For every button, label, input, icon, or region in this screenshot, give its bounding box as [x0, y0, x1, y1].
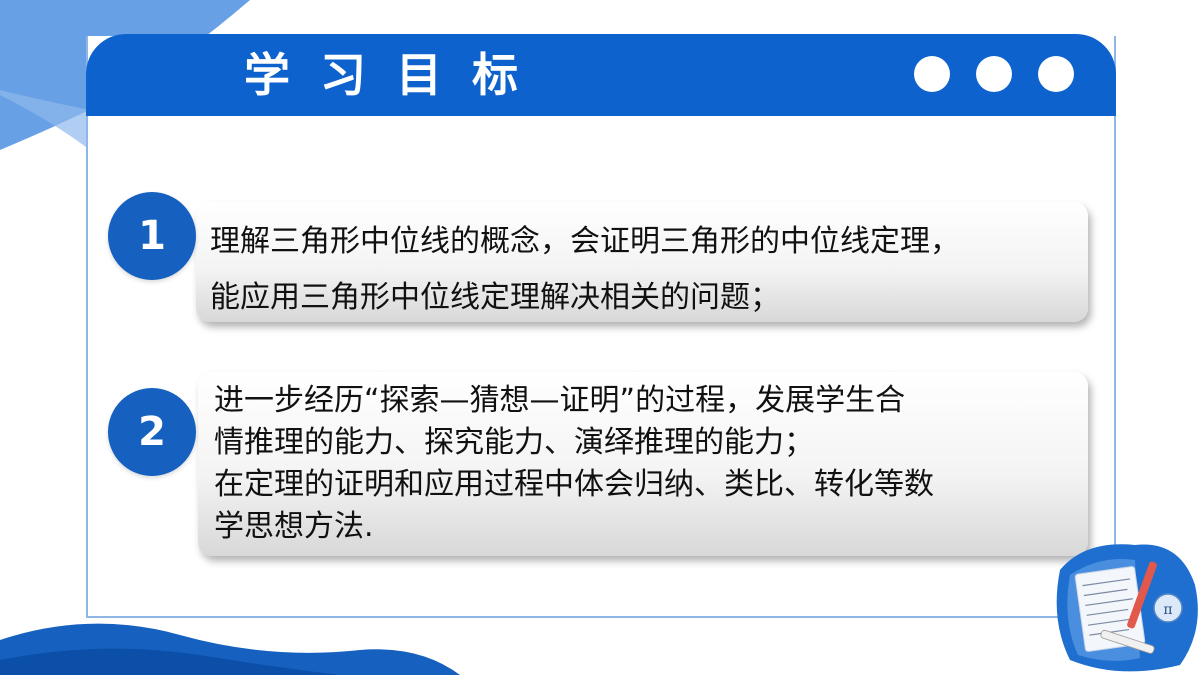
objective-2-line-3: 在定理的证明和应用过程中体会归纳、类比、转化等数 — [214, 467, 934, 502]
objective-card-1: 理解三角形中位线的概念，会证明三角形的中位线定理， 能应用三角形中位线定理解决相… — [196, 202, 1088, 322]
header-dot-2 — [976, 56, 1012, 92]
objective-2-line-4: 学思想方法. — [214, 509, 374, 544]
svg-text:π: π — [1163, 602, 1172, 618]
math-notebook-icon: π — [1056, 544, 1198, 672]
header-dot-1 — [914, 56, 950, 92]
objective-2-line-1: 进一步经历“探索—猜想—证明”的过程，发展学生合 — [214, 383, 906, 418]
objective-card-2: 进一步经历“探索—猜想—证明”的过程，发展学生合 情推理的能力、探究能力、演绎推… — [198, 372, 1088, 556]
page-title: 学习目标 — [244, 48, 548, 102]
header-dot-3 — [1038, 56, 1074, 92]
objective-1-line-1: 理解三角形中位线的概念，会证明三角形的中位线定理， — [210, 224, 960, 259]
objective-2-line-2: 情推理的能力、探究能力、演绎推理的能力； — [214, 425, 814, 460]
objective-1-line-2: 能应用三角形中位线定理解决相关的问题； — [210, 280, 780, 315]
objective-number-1: 1 — [108, 192, 196, 280]
title-bar: 学习目标 — [86, 34, 1116, 116]
objective-number-2: 2 — [108, 388, 196, 476]
